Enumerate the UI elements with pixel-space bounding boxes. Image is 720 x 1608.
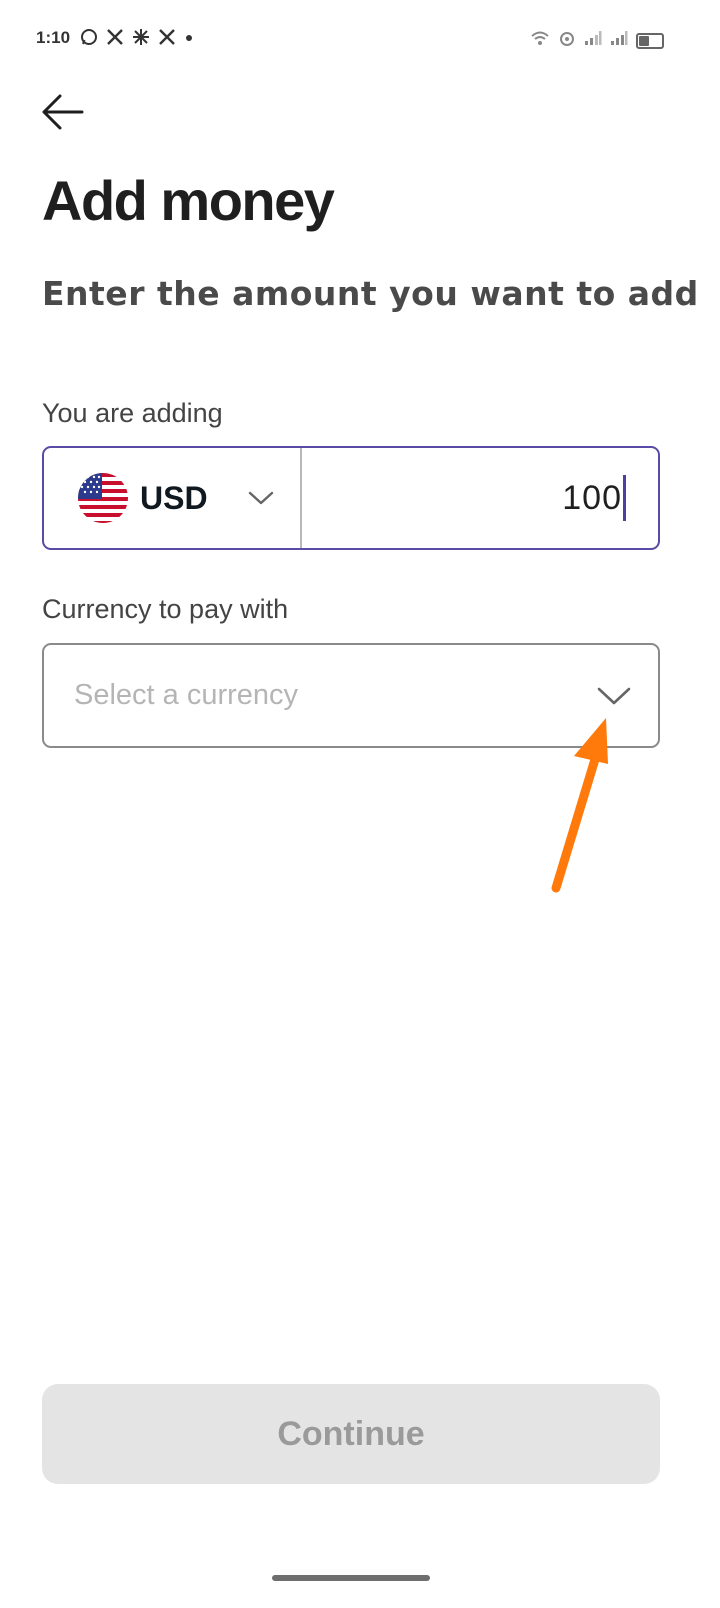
amount-field-group: USD 100: [42, 446, 660, 550]
continue-button[interactable]: Continue: [42, 1384, 660, 1484]
system-icons: [530, 30, 664, 51]
page-subtitle: Enter the amount you want to add: [42, 274, 699, 313]
currency-code: USD: [140, 479, 208, 516]
amount-value: 100: [562, 478, 622, 517]
signal-icon: [610, 30, 628, 51]
whatsapp-icon: [80, 28, 98, 52]
notification-icons: [80, 28, 194, 52]
wifi-icon: [530, 30, 550, 51]
chevron-down-icon[interactable]: [596, 685, 632, 707]
asterisk-icon: [132, 28, 150, 52]
back-button[interactable]: [38, 90, 86, 134]
signal-icon: [584, 30, 602, 51]
x-icon: [158, 28, 176, 52]
x-icon: [106, 28, 124, 52]
amount-input[interactable]: 100: [302, 448, 658, 548]
text-caret: [623, 475, 626, 521]
currency-dropdown[interactable]: USD: [44, 448, 302, 548]
us-flag-icon: [78, 473, 128, 523]
arrow-left-icon: [42, 94, 84, 130]
status-time: 1:10: [36, 28, 71, 47]
page-title: Add money: [42, 169, 335, 232]
chevron-down-icon: [248, 491, 273, 505]
pay-with-label: Currency to pay with: [42, 594, 289, 624]
dot-icon: [184, 28, 194, 52]
hotspot-icon: [558, 30, 576, 51]
pay-currency-placeholder: Select a currency: [74, 679, 299, 711]
adding-label: You are adding: [42, 398, 223, 428]
home-indicator[interactable]: [272, 1575, 430, 1581]
battery-icon: [636, 32, 664, 49]
annotation-arrow-icon: [551, 718, 608, 893]
